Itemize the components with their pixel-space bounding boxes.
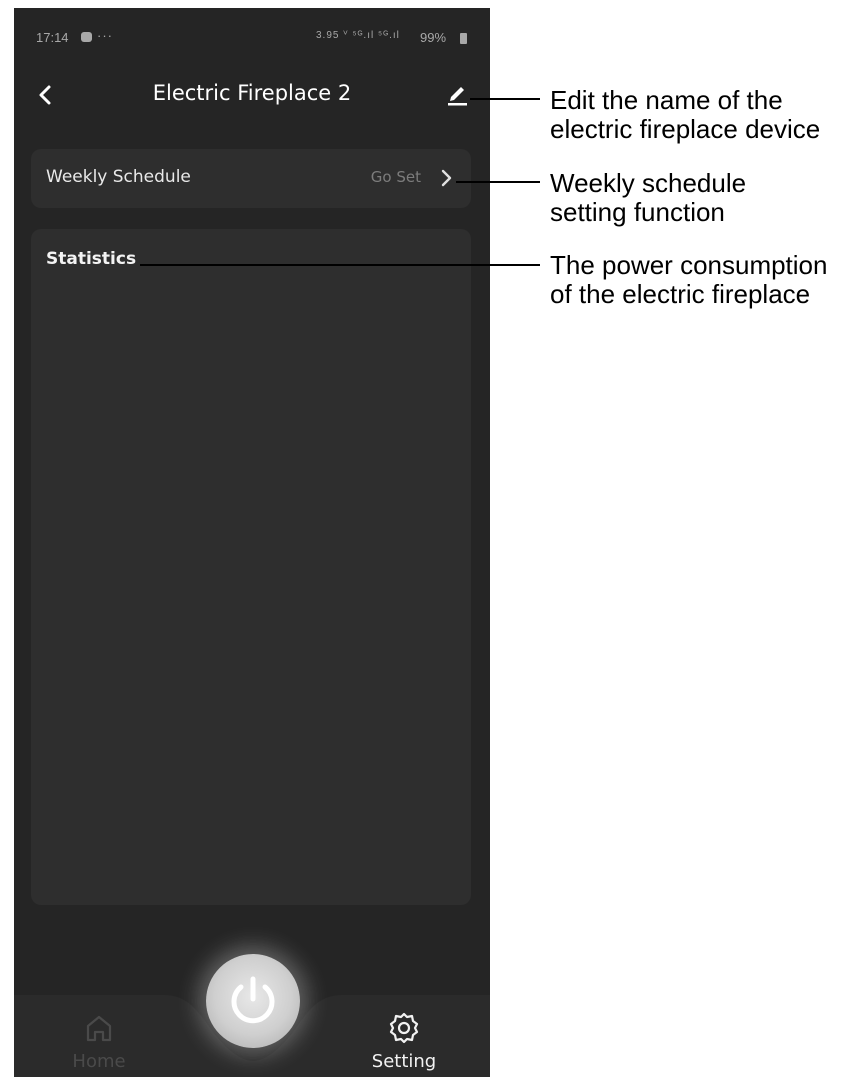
statistics-heading: Statistics bbox=[46, 249, 137, 269]
schedule-leader-line bbox=[456, 181, 540, 183]
notification-icon bbox=[81, 32, 92, 42]
more-notifications-icon: ··· bbox=[97, 28, 113, 43]
back-arrow-icon[interactable] bbox=[30, 80, 60, 110]
weekly-schedule-label: Weekly Schedule bbox=[46, 167, 191, 187]
chevron-right-icon bbox=[441, 169, 452, 187]
nav-home[interactable]: Home bbox=[64, 1003, 134, 1077]
status-bar: 17:14 ··· 3.95 ⱽ ⁵ᴳ.ıl ⁵ᴳ.ıl 99% bbox=[14, 8, 490, 66]
edit-annotation: Edit the name of the electric fireplace … bbox=[550, 86, 820, 144]
nav-home-label: Home bbox=[72, 1051, 126, 1072]
network-indicators: 3.95 ⱽ ⁵ᴳ.ıl ⁵ᴳ.ıl bbox=[316, 30, 400, 41]
edit-annotation-line1: Edit the name of the bbox=[550, 85, 783, 115]
power-icon bbox=[231, 976, 275, 1024]
schedule-annotation-line1: Weekly schedule bbox=[550, 168, 747, 198]
gear-icon bbox=[389, 1012, 419, 1044]
battery-level: 99% bbox=[420, 30, 447, 45]
power-button[interactable] bbox=[206, 954, 300, 1048]
nav-setting[interactable]: Setting bbox=[364, 1003, 444, 1077]
battery-icon bbox=[460, 33, 467, 44]
weekly-schedule-row[interactable]: Weekly Schedule Go Set bbox=[31, 149, 471, 208]
page-title: Electric Fireplace 2 bbox=[152, 81, 352, 105]
go-set-link[interactable]: Go Set bbox=[371, 168, 421, 186]
stats-annotation-line2: of the electric fireplace bbox=[550, 279, 811, 309]
edit-leader-line bbox=[470, 98, 540, 100]
status-time: 17:14 bbox=[36, 30, 69, 45]
edit-name-icon[interactable] bbox=[442, 78, 472, 108]
schedule-annotation-line2: setting function bbox=[550, 197, 725, 227]
stats-annotation: The power consumption of the electric fi… bbox=[550, 251, 827, 309]
edit-annotation-line2: electric fireplace device bbox=[550, 114, 821, 144]
stats-annotation-line1: The power consumption bbox=[550, 250, 828, 280]
schedule-annotation: Weekly schedule setting function bbox=[550, 169, 746, 227]
statistics-panel: Statistics bbox=[31, 229, 471, 905]
home-icon bbox=[86, 1015, 112, 1042]
phone-screen: 17:14 ··· 3.95 ⱽ ⁵ᴳ.ıl ⁵ᴳ.ıl 99% Electri… bbox=[14, 8, 490, 1077]
stats-leader-line bbox=[140, 264, 540, 266]
nav-setting-label: Setting bbox=[371, 1051, 437, 1072]
